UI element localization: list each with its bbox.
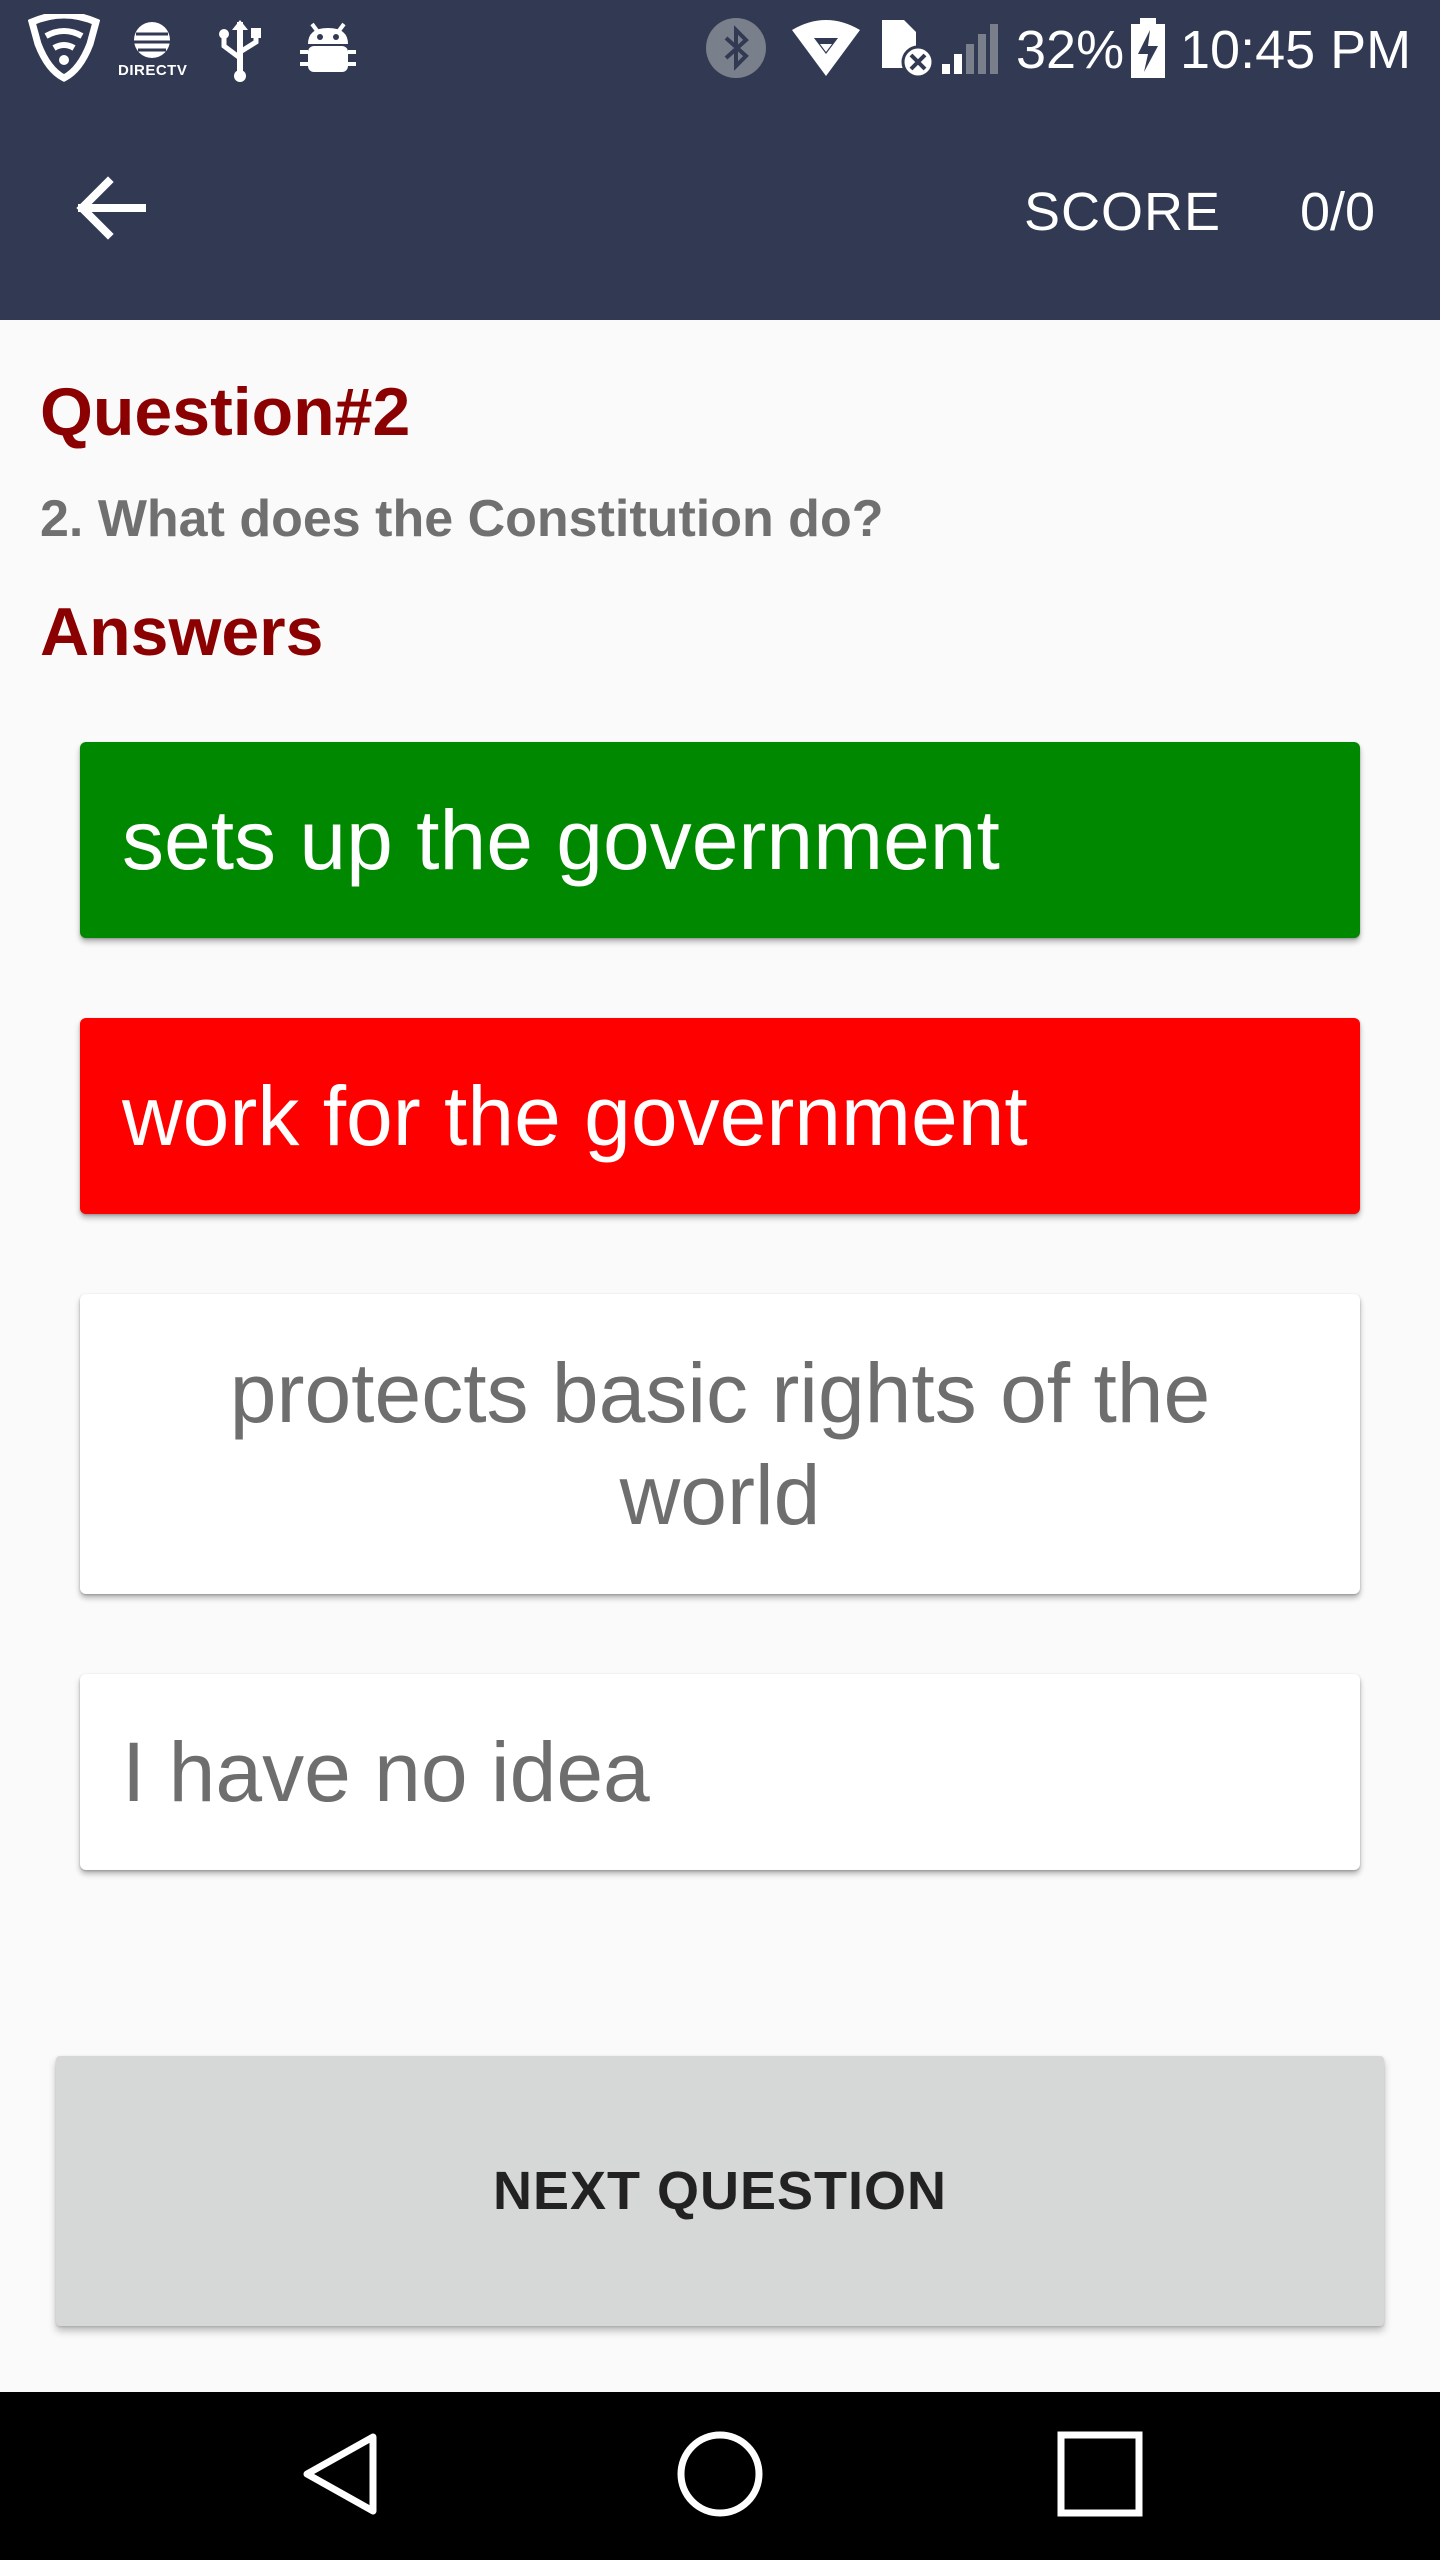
question-text: 2. What does the Constitution do?: [40, 490, 884, 548]
wifi-icon: [790, 18, 862, 83]
android-debug-icon: [298, 18, 358, 83]
nav-back-button[interactable]: [280, 2416, 400, 2536]
home-circle-icon: [675, 2429, 765, 2524]
back-button[interactable]: [60, 160, 160, 260]
shield-icon: [27, 11, 101, 87]
no-sim-icon: [878, 16, 940, 85]
app-bar: SCORE 0/0: [0, 100, 1440, 320]
battery-charging-icon: [1128, 16, 1168, 85]
answer-option[interactable]: I have no idea: [80, 1674, 1360, 1870]
answers-heading: Answers: [40, 594, 324, 670]
answer-option-wrong[interactable]: work for the government: [80, 1018, 1360, 1214]
score-label: SCORE: [1024, 182, 1222, 242]
answer-label: protects basic rights of the world: [229, 1346, 1211, 1542]
nav-home-button[interactable]: [660, 2416, 780, 2536]
system-nav-bar: [0, 2392, 1440, 2560]
next-question-label: NEXT QUESTION: [492, 2161, 948, 2221]
directv-label: DIRECTV: [118, 62, 188, 79]
nav-recents-button[interactable]: [1040, 2416, 1160, 2536]
bluetooth-icon: [704, 16, 768, 85]
app-screen: DIRECTV 32% 10:45 PM SCORE 0/0 Question#…: [0, 0, 1440, 2560]
usb-icon: [216, 18, 264, 87]
battery-percent: 32%: [1016, 20, 1125, 80]
answer-label: sets up the government: [122, 793, 1000, 887]
signal-icon: [940, 20, 1004, 81]
clock-time: 10:45 PM: [1180, 20, 1412, 80]
score-value: 0/0: [1300, 182, 1376, 242]
answer-label: work for the government: [122, 1069, 1028, 1163]
directv-icon: [130, 20, 174, 65]
answer-label: I have no idea: [122, 1725, 650, 1819]
next-question-button[interactable]: NEXT QUESTION: [56, 2056, 1384, 2326]
recents-square-icon: [1055, 2429, 1145, 2524]
answer-option-correct[interactable]: sets up the government: [80, 742, 1360, 938]
status-bar: DIRECTV 32% 10:45 PM: [0, 0, 1440, 100]
arrow-left-icon: [74, 175, 146, 245]
back-triangle-icon: [295, 2429, 385, 2524]
question-title: Question#2: [40, 374, 411, 450]
answer-option[interactable]: protects basic rights of the world: [80, 1294, 1360, 1594]
